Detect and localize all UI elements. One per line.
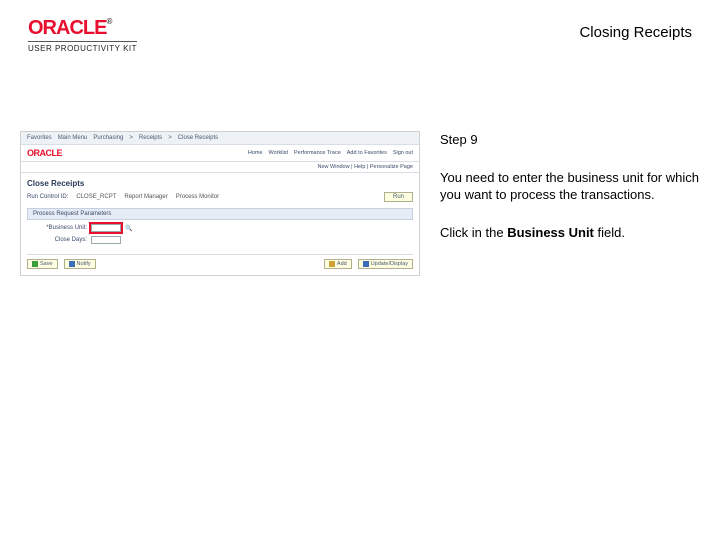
trademark: ®: [106, 17, 111, 26]
run-control-label: Run Control ID:: [27, 194, 68, 200]
step-label: Step 9: [440, 131, 700, 149]
run-button[interactable]: Run: [384, 192, 413, 202]
page-title: Close Receipts: [27, 179, 413, 188]
business-unit-field[interactable]: [91, 224, 121, 232]
breadcrumb: Favorites Main Menu Purchasing > Receipt…: [21, 132, 419, 145]
instruction-text-1: You need to enter the business unit for …: [440, 169, 700, 204]
add-button[interactable]: Add: [324, 259, 352, 269]
update-button[interactable]: Update/Display: [358, 259, 413, 269]
window-tools: New Window | Help | Personalize Page: [21, 162, 419, 173]
breadcrumb-item: Receipts: [139, 135, 162, 141]
breadcrumb-item: Close Receipts: [178, 135, 218, 141]
top-links: Home Worklist Performance Trace Add to F…: [248, 150, 413, 156]
document-title: Closing Receipts: [579, 24, 692, 41]
report-manager-link[interactable]: Report Manager: [124, 194, 167, 200]
save-button[interactable]: Save: [27, 259, 58, 269]
close-days-field[interactable]: [91, 236, 121, 244]
close-days-label: Close Days:: [27, 237, 87, 243]
brand-text: ORACLE: [28, 17, 106, 39]
instruction-panel: Step 9 You need to enter the business un…: [440, 131, 700, 276]
run-control-value: CLOSE_RCPT: [76, 194, 116, 200]
link-home[interactable]: Home: [248, 150, 263, 156]
section-header: Process Request Parameters: [27, 208, 413, 220]
breadcrumb-item: Purchasing: [93, 135, 123, 141]
subbrand-text: USER PRODUCTIVITY KIT: [28, 41, 137, 53]
update-icon: [363, 261, 369, 267]
save-icon: [32, 261, 38, 267]
breadcrumb-item: Favorites: [27, 135, 52, 141]
notify-button[interactable]: Notify: [64, 259, 96, 269]
link-signout[interactable]: Sign out: [393, 150, 413, 156]
notify-icon: [69, 261, 75, 267]
brand-logo: ORACLE® USER PRODUCTIVITY KIT: [28, 18, 137, 53]
breadcrumb-item: Main Menu: [58, 135, 88, 141]
link-add-fav[interactable]: Add to Favorites: [347, 150, 387, 156]
business-unit-label: *Business Unit:: [27, 225, 87, 231]
add-icon: [329, 261, 335, 267]
process-monitor-link[interactable]: Process Monitor: [176, 194, 219, 200]
link-perf-trace[interactable]: Performance Trace: [294, 150, 341, 156]
instruction-text-2: Click in the Business Unit field.: [440, 224, 700, 242]
lookup-icon[interactable]: 🔍: [125, 225, 132, 232]
embedded-screenshot: Favorites Main Menu Purchasing > Receipt…: [20, 131, 420, 276]
app-logo: ORACLE: [27, 148, 62, 158]
link-worklist[interactable]: Worklist: [269, 150, 288, 156]
